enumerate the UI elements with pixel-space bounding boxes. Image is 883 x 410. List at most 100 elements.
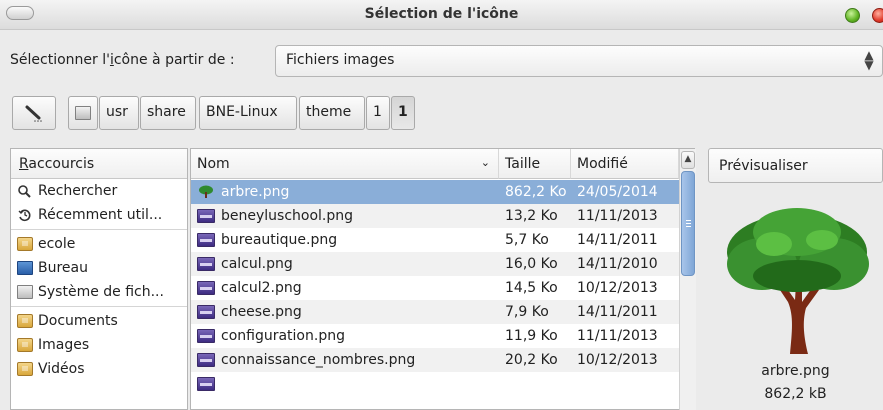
grip-icon [686,220,691,227]
drive-icon [75,106,91,120]
file-name: arbre.png [221,184,290,200]
table-row[interactable]: configuration.png 11,9 Ko 11/11/2013 [191,324,679,348]
table-row[interactable]: arbre.png 862,2 Ko 24/05/2014 [191,180,679,204]
chevron-updown-icon: ▲ ▼ [864,48,874,72]
place-item-documents[interactable]: Documents [11,309,187,333]
drive-icon [17,285,33,299]
edit-location-button[interactable] [12,96,56,130]
file-date: 14/11/2011 [577,232,658,248]
file-size: 16,0 Ko [505,256,558,272]
place-label: Images [38,337,90,353]
place-label: Vidéos [38,361,85,377]
image-file-icon [197,353,215,367]
places-pane: Raccourcis Rechercher Récemment util... … [10,148,188,410]
file-size: 13,2 Ko [505,208,558,224]
file-list-pane: Nom ⌄ Taille Modifié arbre.png 862,2 Ko … [190,148,696,410]
path-segment-1-current[interactable]: 1 [391,96,415,130]
place-item-filesystem[interactable]: Système de fich... [11,280,187,304]
places-header[interactable]: Raccourcis [11,149,187,179]
source-label: Sélectionner l'icône à partir de : [10,52,235,68]
table-row-partial[interactable] [191,372,679,396]
window-title: Sélection de l'icône [364,6,519,22]
folder-icon [17,362,33,376]
file-name: connaissance_nombres.png [221,352,416,368]
image-file-icon [197,257,215,271]
path-segment-bne-linux[interactable]: BNE-Linux [199,96,297,130]
scroll-thumb[interactable] [681,171,695,276]
vertical-scrollbar[interactable]: ▲ [679,149,696,410]
place-label: Documents [38,313,118,329]
path-segment-1[interactable]: 1 [366,96,390,130]
scroll-up-arrow-icon[interactable]: ▲ [681,151,695,169]
column-header-modified[interactable]: Modifié [571,149,679,179]
file-name: configuration.png [221,328,345,344]
path-root-button[interactable] [68,96,98,130]
image-file-icon [197,209,215,223]
file-date: 14/11/2011 [577,304,658,320]
preview-filename: arbre.png [761,363,830,379]
source-select-value: Fichiers images [286,52,395,68]
file-name: calcul2.png [221,280,302,296]
table-row[interactable]: beneyluschool.png 13,2 Ko 11/11/2013 [191,204,679,228]
folder-icon [17,338,33,352]
place-label: Bureau [38,260,88,276]
place-label: Rechercher [38,183,118,199]
close-button[interactable] [872,8,883,23]
places-divider [11,306,187,307]
places-divider [11,229,187,230]
search-icon [18,185,31,198]
file-date: 10/12/2013 [577,280,658,296]
file-size: 5,7 Ko [505,232,549,248]
preview-header[interactable]: Prévisualiser [708,148,883,183]
sort-chevron-icon: ⌄ [480,156,490,169]
table-row[interactable]: bureautique.png 5,7 Ko 14/11/2011 [191,228,679,252]
path-segment-share[interactable]: share [140,96,196,130]
column-header-name[interactable]: Nom ⌄ [191,149,499,179]
place-item-ecole[interactable]: ecole [11,232,187,256]
place-item-rechercher[interactable]: Rechercher [11,179,187,203]
file-name: cheese.png [221,304,302,320]
file-size: 20,2 Ko [505,352,558,368]
title-bar: Sélection de l'icône [0,0,883,30]
file-rows: arbre.png 862,2 Ko 24/05/2014 beneylusch… [191,180,679,396]
table-row[interactable]: connaissance_nombres.png 20,2 Ko 10/12/2… [191,348,679,372]
file-size: 862,2 Ko [505,184,567,200]
file-name: calcul.png [221,256,293,272]
place-label: Récemment util... [38,207,163,223]
folder-icon [17,314,33,328]
file-date: 14/11/2010 [577,256,658,272]
tree-image-icon [199,185,213,198]
place-item-bureau[interactable]: Bureau [11,256,187,280]
file-date: 10/12/2013 [577,352,658,368]
file-date: 24/05/2014 [577,184,658,200]
source-select[interactable]: Fichiers images ▲ ▼ [275,45,883,77]
preview-filesize: 862,2 kB [764,386,827,402]
image-file-icon [197,305,215,319]
place-label: Système de fich... [38,284,164,300]
image-file-icon [197,233,215,247]
image-file-icon [197,377,215,391]
image-file-icon [197,281,215,295]
table-row[interactable]: calcul.png 16,0 Ko 14/11/2010 [191,252,679,276]
maximize-button[interactable] [845,8,860,23]
file-name: bureautique.png [221,232,338,248]
place-item-images[interactable]: Images [11,333,187,357]
path-segment-theme[interactable]: theme [299,96,365,130]
place-label: ecole [38,236,76,252]
column-label: Nom [197,156,230,172]
desktop-icon [17,261,33,275]
file-size: 11,9 Ko [505,328,558,344]
file-name: beneyluschool.png [221,208,354,224]
place-item-videos[interactable]: Vidéos [11,357,187,381]
table-row[interactable]: calcul2.png 14,5 Ko 10/12/2013 [191,276,679,300]
tree-preview-image [727,208,869,354]
preview-pane: Prévisualiser arbre.png 862,2 kB [708,148,883,410]
place-item-recent[interactable]: Récemment util... [11,203,187,227]
table-row[interactable]: cheese.png 7,9 Ko 14/11/2011 [191,300,679,324]
column-header-size[interactable]: Taille [499,149,571,179]
file-size: 14,5 Ko [505,280,558,296]
image-file-icon [197,329,215,343]
path-segment-usr[interactable]: usr [99,96,139,130]
file-date: 11/11/2013 [577,328,658,344]
file-size: 7,9 Ko [505,304,549,320]
